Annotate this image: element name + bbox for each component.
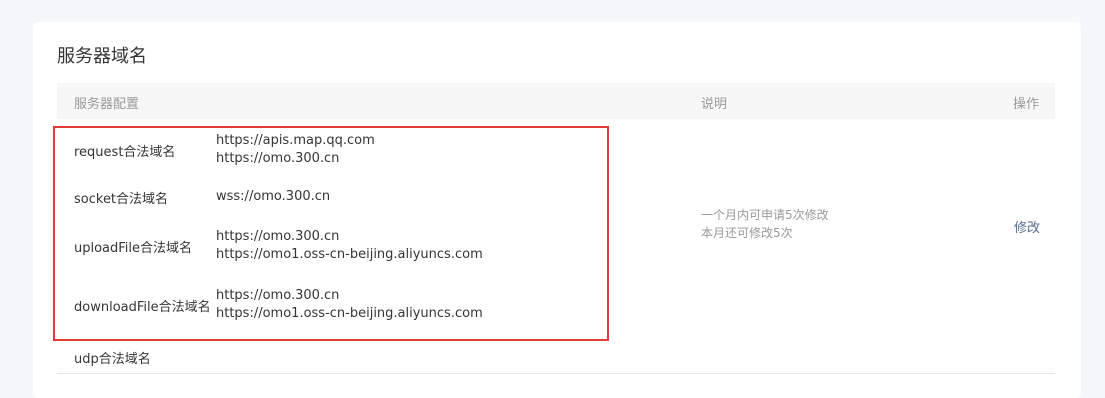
row-name-udp: udp合法域名: [74, 352, 151, 367]
row-name-downloadfile: downloadFile合法域名: [74, 300, 211, 315]
server-domain-card: 服务器域名 服务器配置 说明 操作 request合法域名 https://ap…: [33, 22, 1081, 398]
domain-value: wss://omo.300.cn: [216, 189, 331, 204]
row-name-uploadfile: uploadFile合法域名: [74, 241, 193, 256]
header-operation: 操作: [1012, 97, 1039, 112]
table-body: request合法域名 https://apis.map.qq.com http…: [57, 119, 1055, 374]
domain-value: https://omo1.oss-cn-beijing.aliyuncs.com: [216, 306, 483, 321]
domain-value: https://apis.map.qq.com: [216, 133, 375, 148]
description-line: 本月还可修改5次: [701, 226, 793, 240]
domain-value: https://omo.300.cn: [216, 151, 340, 166]
header-config: 服务器配置: [74, 97, 140, 112]
domain-value: https://omo.300.cn: [216, 229, 340, 244]
row-name-request: request合法域名: [74, 145, 176, 160]
row-values-socket: wss://omo.300.cn: [216, 188, 330, 206]
domain-value: https://omo1.oss-cn-beijing.aliyuncs.com: [216, 247, 483, 262]
section-title: 服务器域名: [57, 46, 147, 67]
row-values-uploadfile: https://omo.300.cn https://omo1.oss-cn-b…: [216, 228, 483, 264]
domain-value: https://omo.300.cn: [216, 288, 340, 303]
row-values-downloadfile: https://omo.300.cn https://omo1.oss-cn-b…: [216, 287, 483, 323]
edit-button[interactable]: 修改: [1014, 217, 1040, 236]
description-line: 一个月内可申请5次修改: [701, 208, 829, 222]
header-description: 说明: [701, 97, 728, 112]
row-name-socket: socket合法域名: [74, 192, 169, 207]
row-values-request: https://apis.map.qq.com https://omo.300.…: [216, 132, 375, 168]
table-header: 服务器配置 说明 操作: [57, 83, 1055, 119]
description: 一个月内可申请5次修改 本月还可修改5次: [701, 206, 829, 242]
